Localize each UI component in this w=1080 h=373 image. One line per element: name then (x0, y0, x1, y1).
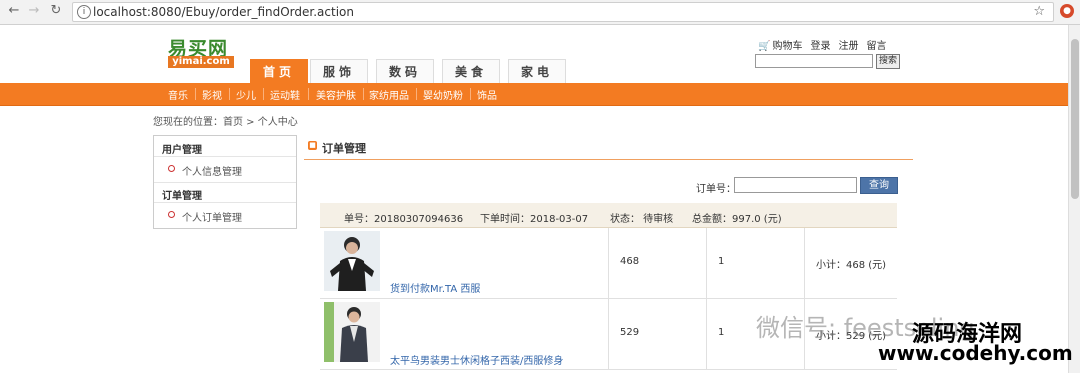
product-photo-icon (324, 302, 380, 362)
query-button[interactable]: 查询 (860, 177, 898, 194)
tab-food[interactable]: 美食 (442, 59, 500, 84)
scrollbar-thumb[interactable] (1071, 39, 1079, 199)
category-separator (229, 88, 230, 100)
sidebar-divider (154, 202, 296, 203)
category-skincare[interactable]: 美容护肤 (316, 87, 356, 102)
category-separator (363, 88, 364, 100)
product-price: 529 (620, 327, 640, 338)
breadcrumb: 您现在的位置：首页 > 个人中心 (153, 117, 298, 128)
site-watermark-url: www.codehy.com (878, 341, 1073, 365)
reload-icon[interactable]: ↻ (48, 3, 64, 19)
product-image[interactable] (324, 302, 380, 362)
category-accessories[interactable]: 饰品 (477, 87, 497, 102)
tab-clothing[interactable]: 服饰 (310, 59, 368, 84)
product-name-link[interactable]: 货到付款Mr.TA 西服 (390, 280, 480, 295)
product-quantity: 1 (718, 256, 725, 267)
category-music[interactable]: 音乐 (168, 87, 188, 102)
site-logo[interactable]: 易买网 yimai.com (166, 34, 236, 70)
sidebar-divider (154, 182, 296, 183)
sidebar-item-profile[interactable]: 个人信息管理 (182, 163, 242, 178)
product-image[interactable] (324, 231, 380, 291)
panel-title-icon: ■ (308, 141, 317, 150)
cell-divider (706, 228, 707, 298)
category-kids[interactable]: 少儿 (236, 87, 256, 102)
sidebar-divider (154, 156, 296, 157)
bullet-icon (168, 165, 175, 172)
address-bar[interactable]: i localhost:8080/Ebuy/order_findOrder.ac… (72, 2, 1054, 22)
cart-icon[interactable]: 🛒 (758, 41, 770, 52)
login-link[interactable]: 登录 (810, 41, 830, 52)
order-number: 单号：20180307094636 (344, 214, 464, 225)
forward-icon[interactable]: → (26, 3, 42, 19)
message-link[interactable]: 留言 (866, 41, 886, 52)
category-separator (416, 88, 417, 100)
browser-toolbar: ← → ↻ i localhost:8080/Ebuy/order_findOr… (0, 0, 1080, 25)
cell-divider (608, 228, 609, 298)
order-header: 单号：20180307094636 下单时间：2018-03-07 状态： 待审… (320, 203, 897, 228)
category-bar (0, 83, 1068, 106)
site-search-button[interactable]: 搜索 (876, 54, 900, 69)
tab-home[interactable]: 首页 (250, 59, 308, 84)
item-subtotal: 小计：468 (元) (816, 260, 887, 271)
info-icon[interactable]: i (77, 5, 91, 19)
register-link[interactable]: 注册 (838, 41, 858, 52)
panel-divider (304, 159, 913, 160)
sidebar-heading-orders: 订单管理 (162, 191, 202, 202)
product-price: 468 (620, 256, 640, 267)
cell-divider (608, 299, 609, 369)
category-textiles[interactable]: 家纺用品 (369, 87, 409, 102)
category-separator (195, 88, 196, 100)
page-scrollbar[interactable] (1068, 25, 1080, 373)
bookmark-star-icon[interactable]: ☆ (1033, 4, 1045, 19)
panel-title: 订单管理 (322, 142, 366, 155)
sidebar-item-my-orders[interactable]: 个人订单管理 (182, 209, 242, 224)
order-total: 总金额：997.0 (元) (692, 214, 782, 225)
category-separator (470, 88, 471, 100)
cell-divider (804, 228, 805, 298)
back-icon[interactable]: ← (6, 3, 22, 19)
order-number-input[interactable] (734, 177, 857, 193)
product-photo-icon (324, 231, 380, 291)
extension-icon[interactable]: ● (1060, 4, 1074, 18)
sidebar-heading-user: 用户管理 (162, 145, 202, 156)
order-number-label: 订单号： (696, 184, 736, 195)
site-search-input[interactable] (755, 54, 873, 68)
bullet-icon (168, 211, 175, 218)
top-links: 🛒 购物车 登录 注册 留言 (758, 37, 894, 52)
url-text[interactable]: localhost:8080/Ebuy/order_findOrder.acti… (93, 5, 354, 19)
category-separator (263, 88, 264, 100)
category-film[interactable]: 影视 (202, 87, 222, 102)
order-status: 状态： 待审核 (610, 214, 674, 225)
cell-divider (706, 299, 707, 369)
order-time: 下单时间：2018-03-07 (480, 214, 589, 225)
order-item-row: 货到付款Mr.TA 西服 468 1 小计：468 (元) (320, 228, 897, 299)
user-sidebar: 用户管理 个人信息管理 订单管理 个人订单管理 (153, 135, 297, 229)
category-sneakers[interactable]: 运动鞋 (270, 87, 300, 102)
tab-appliances[interactable]: 家电 (508, 59, 566, 84)
logo-text-en: yimai.com (168, 56, 234, 68)
category-infant-formula[interactable]: 婴幼奶粉 (423, 87, 463, 102)
product-quantity: 1 (718, 327, 725, 338)
product-name-link[interactable]: 太平鸟男装男士休闲格子西装/西服修身 (390, 352, 563, 367)
tab-digital[interactable]: 数码 (376, 59, 434, 84)
category-separator (308, 88, 309, 100)
cart-link[interactable]: 购物车 (772, 41, 802, 52)
